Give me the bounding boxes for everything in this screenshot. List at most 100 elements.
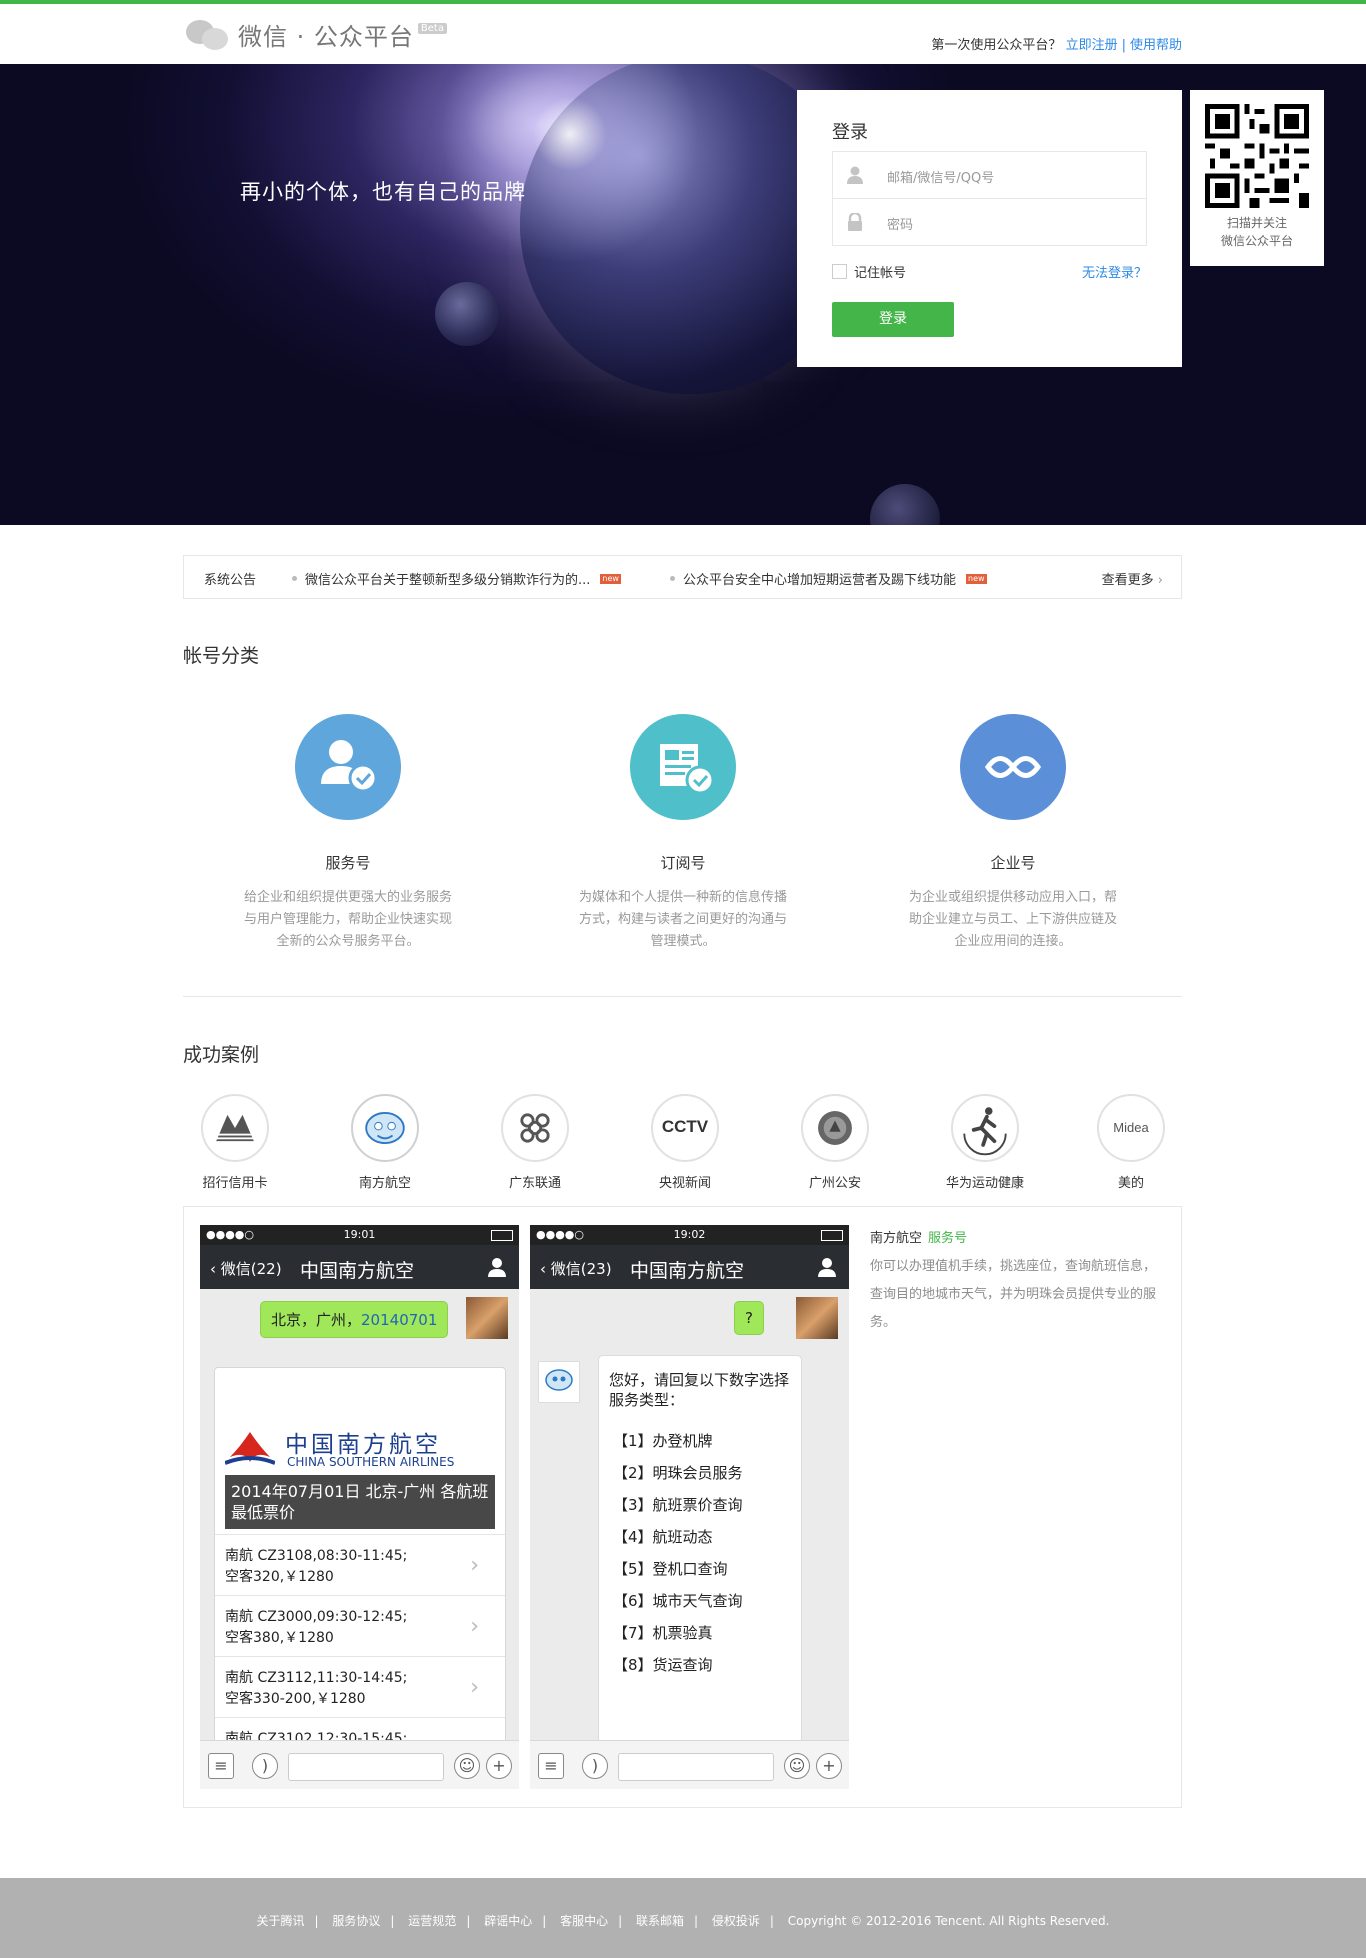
chat-input-bar: ≡ ) ☺ + <box>200 1740 519 1789</box>
category-service[interactable]: 服务号 给企业和组织提供更强大的业务服务与用户管理能力，帮助企业快速实现全新的公… <box>223 714 473 953</box>
case-label: 广东联通 <box>508 1176 561 1191</box>
csair-avatar-icon <box>538 1361 580 1403</box>
flight-line1: 南航 CZ3108,08:30-11:45; <box>225 1548 408 1564</box>
flight-row[interactable]: 南航 CZ3112,11:30-14:45; 空客330-200,￥1280 › <box>215 1656 505 1718</box>
reply-intro: 您好，请回复以下数字选择服务类型： <box>609 1371 790 1409</box>
wechat-logo-icon <box>186 16 232 52</box>
site-title: 微信 · 公众平台 <box>238 22 414 51</box>
footer-link[interactable]: 客服中心 <box>560 1914 608 1928</box>
login-button[interactable]: 登录 <box>832 302 954 337</box>
remember-checkbox[interactable] <box>832 264 847 279</box>
case-cmb[interactable]: 招行信用卡 <box>180 1094 290 1191</box>
cases-section-title: 成功案例 <box>183 1044 260 1066</box>
case-unicom[interactable]: 广东联通 <box>480 1094 590 1191</box>
emoji-icon[interactable]: ☺ <box>784 1753 810 1779</box>
chevron-right-icon: › <box>470 1614 479 1639</box>
notice-more-label: 查看更多 <box>1101 573 1154 588</box>
footer-link[interactable]: 服务协议 <box>332 1914 380 1928</box>
back-button[interactable]: ‹ 微信(23) <box>540 1258 612 1279</box>
status-bar: ●●●●○ 19:01 <box>200 1225 519 1245</box>
qr-caption: 扫描并关注 微信公众平台 <box>1190 214 1324 250</box>
footer-link[interactable]: 运营规范 <box>408 1914 456 1928</box>
case-name: 南方航空 <box>870 1231 923 1246</box>
notice-label: 系统公告 <box>204 573 257 588</box>
plus-icon[interactable]: + <box>486 1753 512 1779</box>
status-bar: ●●●●○ 19:02 <box>530 1225 849 1245</box>
notice-item[interactable]: 公众平台安全中心增加短期运营者及踢下线功能 new <box>670 569 987 588</box>
flight-line2: 空客380,￥1280 <box>225 1630 334 1646</box>
case-midea[interactable]: Midea 美的 <box>1076 1094 1186 1191</box>
remember-label: 记住帐号 <box>854 266 907 281</box>
menu-list-icon[interactable]: ≡ <box>208 1753 234 1779</box>
voice-icon[interactable]: ) <box>582 1753 608 1779</box>
sent-message: ? <box>734 1301 764 1335</box>
case-police[interactable]: 广州公安 <box>780 1094 890 1191</box>
category-subscribe[interactable]: 订阅号 为媒体和个人提供一种新的信息传播方式，构建与读者之间更好的沟通与管理模式… <box>558 714 808 953</box>
profile-icon[interactable] <box>817 1257 837 1277</box>
case-label: 广州公安 <box>808 1176 861 1191</box>
password-field[interactable]: 密码 <box>832 198 1147 246</box>
emoji-icon[interactable]: ☺ <box>454 1753 480 1779</box>
new-badge: new <box>600 573 621 584</box>
qr-code-icon <box>1205 104 1309 208</box>
footer-link[interactable]: 关于腾讯 <box>257 1914 305 1928</box>
case-label: 美的 <box>1117 1176 1144 1191</box>
menu-option: 【7】机票验真 <box>613 1624 713 1642</box>
footer-link[interactable]: 侵权投诉 <box>712 1914 760 1928</box>
footer-links: 关于腾讯 | 服务协议 | 运营规范 | 辟谣中心 | 客服中心 | 联系邮箱 | 侵权投诉… <box>256 1914 1110 1928</box>
register-link[interactable]: 立即注册 <box>1066 38 1118 53</box>
midea-logo-icon: Midea <box>1097 1094 1165 1162</box>
qr-caption-line2: 微信公众平台 <box>1220 234 1293 248</box>
case-label: 华为运动健康 <box>945 1176 1024 1191</box>
back-button[interactable]: ‹ 微信(22) <box>210 1258 282 1279</box>
case-csair[interactable]: 南方航空 <box>330 1094 440 1191</box>
case-showcase: ●●●●○ 19:01 ‹ 微信(22) 中国南方航空 北京，广州，201407… <box>183 1206 1182 1808</box>
account-placeholder: 邮箱/微信号/QQ号 <box>887 171 995 186</box>
flight-row[interactable]: 南航 CZ3000,09:30-12:45; 空客380,￥1280 › <box>215 1595 505 1657</box>
voice-icon[interactable]: ) <box>252 1753 278 1779</box>
category-enterprise[interactable]: 企业号 为企业或组织提供移动应用入口，帮助企业建立与员工、上下游供应链及企业应用… <box>888 714 1138 953</box>
chevron-right-icon: › <box>470 1553 479 1578</box>
police-badge-icon <box>801 1094 869 1162</box>
case-cctv[interactable]: CCTV 央视新闻 <box>630 1094 740 1191</box>
account-field[interactable]: 邮箱/微信号/QQ号 <box>832 151 1147 199</box>
notice-more-link[interactable]: 查看更多 › <box>1102 569 1163 588</box>
footer-link[interactable]: 联系邮箱 <box>636 1914 684 1928</box>
banner-slogan: 再小的个体，也有自己的品牌 <box>240 180 526 204</box>
flight-line1: 南航 CZ3000,09:30-12:45; <box>225 1609 408 1625</box>
menu-option: 【1】办登机牌 <box>613 1432 713 1450</box>
brand-en: CHINA SOUTHERN AIRLINES <box>287 1455 455 1469</box>
menu-option: 【8】货运查询 <box>613 1656 713 1674</box>
help-link[interactable]: 使用帮助 <box>1130 38 1182 53</box>
chevron-right-icon: › <box>1157 573 1163 588</box>
card-caption: 2014年07月01日 北京-广州 各航班最低票价 <box>225 1475 495 1529</box>
plus-icon[interactable]: + <box>816 1753 842 1779</box>
forgot-login-link[interactable]: 无法登录？ <box>1082 262 1147 281</box>
flight-line1: 南航 CZ3112,11:30-14:45; <box>225 1670 408 1686</box>
site-logo[interactable]: 微信 · 公众平台 Beta <box>186 16 447 52</box>
flight-card[interactable]: 中国南方航空 CHINA SOUTHERN AIRLINES 2014年07月0… <box>214 1367 506 1769</box>
header-separator: | <box>1121 38 1126 53</box>
case-type: 服务号 <box>928 1231 968 1246</box>
beta-badge: Beta <box>417 22 447 34</box>
battery-icon <box>491 1230 513 1241</box>
avatar <box>796 1297 838 1339</box>
phone-screenshot-2: ●●●●○ 19:02 ‹ 微信(23) 中国南方航空 ? 您好，请回复以下数字… <box>530 1225 849 1789</box>
notice-item[interactable]: 微信公众平台关于整顿新型多级分销欺诈行为的... new <box>292 569 621 588</box>
flight-line2: 空客320,￥1280 <box>225 1569 334 1585</box>
footer-link[interactable]: 辟谣中心 <box>484 1914 532 1928</box>
password-placeholder: 密码 <box>887 218 914 233</box>
message-input[interactable] <box>288 1753 444 1781</box>
remember-account[interactable]: 记住帐号 <box>832 262 906 281</box>
menu-option: 【2】明珠会员服务 <box>613 1464 743 1482</box>
menu-list-icon[interactable]: ≡ <box>538 1753 564 1779</box>
case-huawei-health[interactable]: 华为运动健康 <box>930 1094 1040 1191</box>
flight-row[interactable]: 南航 CZ3108,08:30-11:45; 空客320,￥1280 › <box>215 1534 505 1596</box>
profile-icon[interactable] <box>487 1257 507 1277</box>
first-time-text: 第一次使用公众平台？ <box>931 38 1062 53</box>
message-input[interactable] <box>618 1753 774 1781</box>
header-links: 第一次使用公众平台？ 立即注册 | 使用帮助 <box>931 34 1182 53</box>
lock-icon <box>848 213 862 231</box>
login-title: 登录 <box>832 122 868 143</box>
chevron-right-icon: › <box>470 1675 479 1700</box>
